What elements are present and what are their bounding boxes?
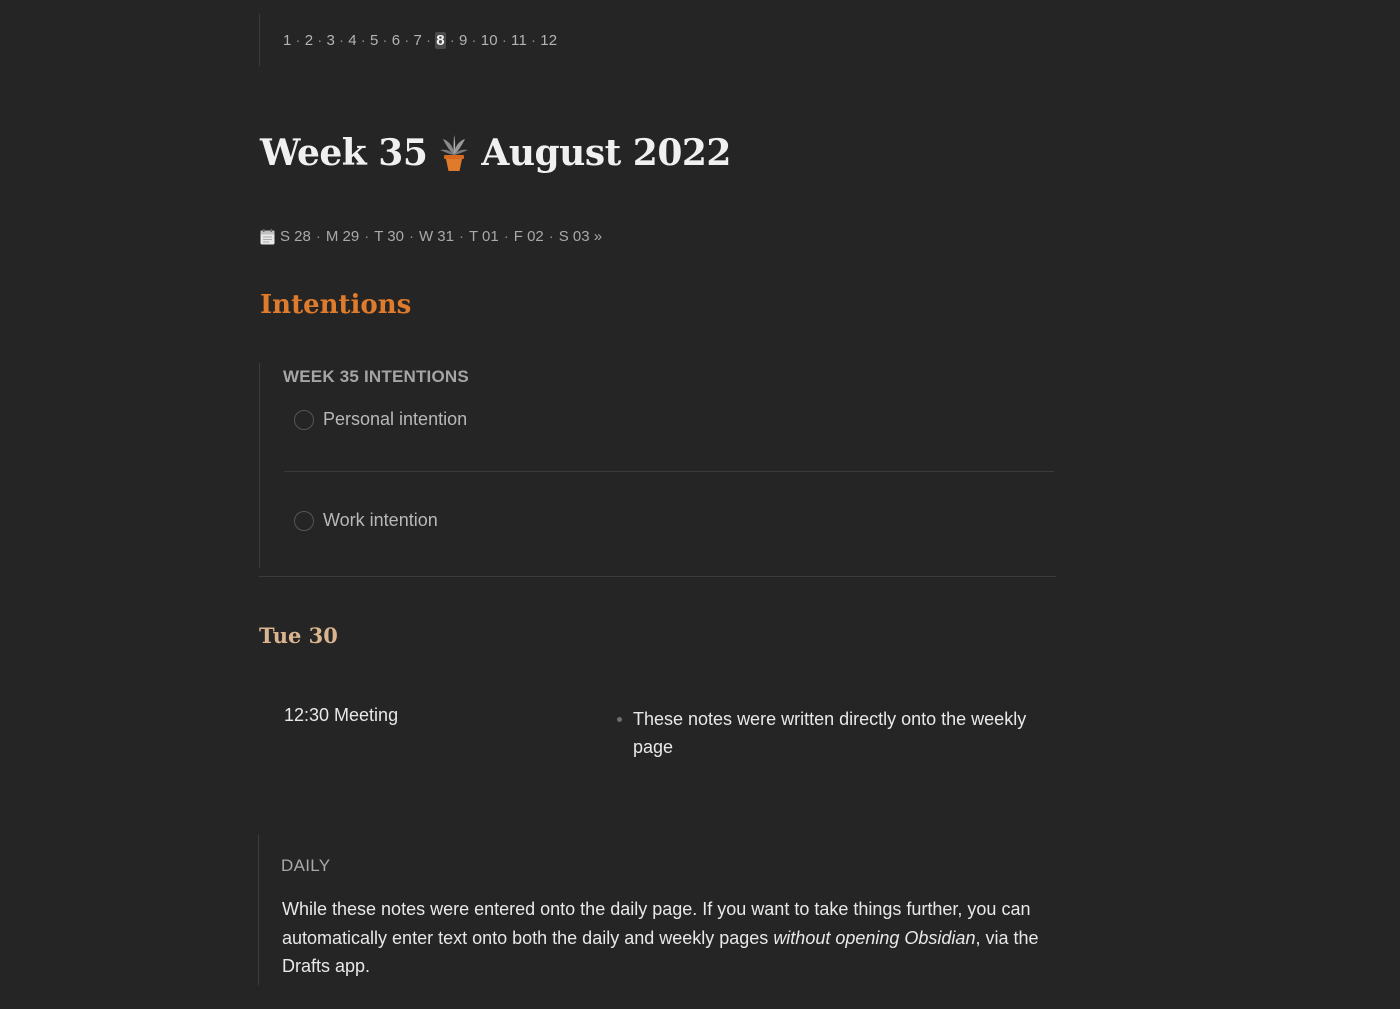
daily-callout: DAILY While these notes were entered ont…	[258, 835, 1048, 985]
day-link[interactable]: F 02	[514, 228, 544, 245]
task-label: Work intention	[323, 510, 438, 530]
month-link-9[interactable]: 9	[459, 32, 468, 49]
month-link-1[interactable]: 1	[283, 32, 292, 49]
daily-callout-body: While these notes were entered onto the …	[282, 895, 1042, 981]
separator: ·	[548, 228, 554, 245]
intentions-callout: WEEK 35 INTENTIONS Personal intention Wo…	[259, 363, 1055, 568]
day-link[interactable]: S 03 »	[559, 228, 602, 245]
separator: ·	[449, 31, 455, 49]
month-link-6[interactable]: 6	[392, 32, 401, 49]
separator: ·	[503, 228, 509, 245]
month-link-12[interactable]: 12	[540, 32, 557, 49]
separator: ·	[315, 228, 321, 245]
month-link-11[interactable]: 11	[511, 32, 527, 49]
month-link-5[interactable]: 5	[370, 32, 379, 49]
callout-title: WEEK 35 INTENTIONS	[283, 367, 469, 386]
separator: ·	[404, 31, 410, 49]
separator: ·	[382, 31, 388, 49]
bullet-icon	[617, 717, 622, 722]
meeting-entry: 12:30 Meeting	[284, 705, 399, 725]
calendar-icon	[260, 228, 275, 245]
month-link-8[interactable]: 8	[435, 31, 446, 49]
daily-callout-title: DAILY	[281, 856, 331, 875]
task-checkbox[interactable]	[294, 510, 314, 531]
separator: ·	[408, 228, 414, 245]
horizontal-rule	[259, 576, 1056, 577]
separator: ·	[317, 31, 323, 49]
separator: ·	[531, 31, 537, 49]
task-checkbox[interactable]	[294, 409, 314, 430]
month-link-4[interactable]: 4	[348, 32, 357, 49]
month-link-7[interactable]: 7	[414, 32, 423, 49]
month-link-2[interactable]: 2	[305, 32, 314, 49]
day-links: S 28 · M 29 · T 30 · W 31 · T 01 · F 02 · S 03 »	[280, 228, 602, 245]
day-navigation: S 28 · M 29 · T 30 · W 31 · T 01 · F 02 · S 03 »	[260, 228, 602, 245]
task-personal-intention[interactable]: Personal intention	[294, 409, 467, 430]
day-link[interactable]: S 28	[280, 228, 311, 245]
task-label: Personal intention	[323, 409, 468, 429]
month-link-10[interactable]: 10	[481, 32, 498, 49]
month-link-3[interactable]: 3	[327, 32, 336, 49]
separator: ·	[471, 31, 477, 49]
weekly-note-page: 1 · 2 · 3 · 4 · 5 · 6 · 7 · 8 · 9 · 10 · 11 · 12 Week 35 Augus…	[0, 0, 1400, 1009]
note-text: These notes were written directly onto t…	[633, 709, 1027, 757]
potted-plant-icon	[437, 133, 471, 173]
note-list-item: These notes were written directly onto t…	[612, 705, 1032, 761]
callout-divider	[284, 471, 1054, 472]
separator: ·	[295, 31, 301, 49]
title-week: Week 35	[260, 132, 428, 174]
daily-body-italic: without opening Obsidian	[773, 927, 976, 948]
intentions-heading: Intentions	[260, 290, 412, 320]
title-month: August 2022	[481, 132, 731, 174]
page-title: Week 35 August 2022	[260, 132, 731, 174]
task-work-intention[interactable]: Work intention	[294, 510, 438, 531]
separator: ·	[364, 228, 370, 245]
day-heading: Tue 30	[259, 623, 338, 648]
separator: ·	[458, 228, 464, 245]
day-link[interactable]: T 30	[374, 228, 404, 245]
month-navigation: 1 · 2 · 3 · 4 · 5 · 6 · 7 · 8 · 9 · 10 · 11 · 12	[259, 14, 557, 66]
day-link[interactable]: W 31	[419, 228, 454, 245]
separator: ·	[501, 31, 508, 49]
day-link[interactable]: M 29	[326, 228, 359, 245]
separator: ·	[339, 31, 345, 49]
separator: ·	[426, 31, 432, 49]
day-link[interactable]: T 01	[469, 228, 499, 245]
separator: ·	[360, 31, 366, 49]
